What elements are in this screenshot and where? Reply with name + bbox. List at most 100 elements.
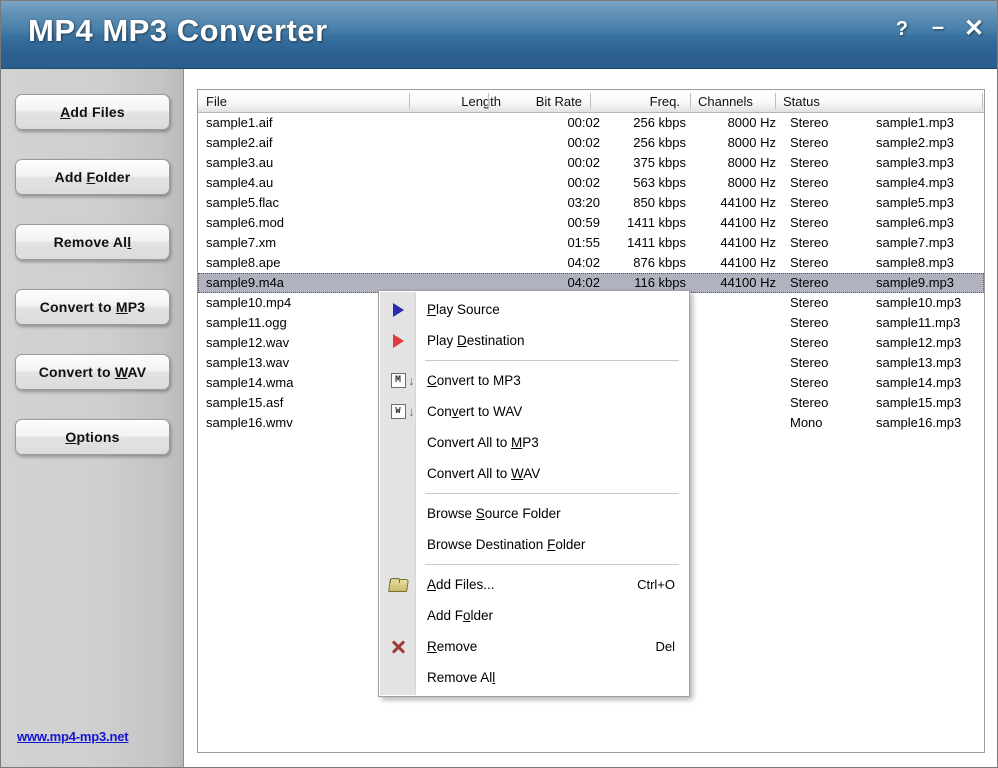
cell-channels: Stereo (790, 254, 828, 272)
cell-channels: Stereo (790, 134, 828, 152)
cell-file: sample7.xm (206, 234, 276, 252)
cell-length: 01:55 (516, 234, 600, 252)
cell-bitrate: 256 kbps (600, 134, 686, 152)
website-link[interactable]: www.mp4-mp3.net (17, 729, 128, 744)
convert-mp3-icon: M↓ (389, 372, 407, 390)
close-button[interactable]: ✕ (963, 17, 985, 41)
remove-all-button[interactable]: Remove All (15, 224, 170, 260)
menu-remove[interactable]: RemoveDel (379, 631, 689, 662)
convert-to-wav-label: Convert to WAV (39, 364, 147, 380)
menu-separator (425, 564, 679, 565)
column-divider-6[interactable] (982, 93, 983, 109)
table-row[interactable]: sample3.au00:02375 kbps8000 HzStereosamp… (198, 153, 984, 173)
menu-separator (425, 493, 679, 494)
page-title: MP4 MP3 Converter (28, 13, 328, 49)
cell-status: sample5.mp3 (876, 194, 954, 212)
menu-play-destination[interactable]: Play Destination (379, 325, 689, 356)
cell-status: sample9.mp3 (876, 274, 954, 292)
table-row[interactable]: sample4.au00:02563 kbps8000 HzStereosamp… (198, 173, 984, 193)
column-header-file[interactable]: File (206, 90, 227, 112)
cell-channels: Stereo (790, 274, 828, 292)
cell-status: sample11.mp3 (876, 314, 960, 332)
menu-item-label: Add Folder (427, 608, 493, 623)
menu-add-files[interactable]: Add Files...Ctrl+O (379, 569, 689, 600)
table-row[interactable]: sample5.flac03:20850 kbps44100 HzStereos… (198, 193, 984, 213)
cell-freq: 44100 Hz (686, 214, 776, 232)
column-header-freq[interactable]: Freq. (598, 90, 680, 112)
menu-item-label: Browse Source Folder (427, 506, 561, 521)
column-header-channels[interactable]: Channels (698, 90, 753, 112)
cell-file: sample8.ape (206, 254, 280, 272)
options-label: Options (65, 429, 119, 445)
cell-freq: 44100 Hz (686, 254, 776, 272)
cell-freq: 8000 Hz (686, 134, 776, 152)
menu-item-label: Remove (427, 639, 477, 654)
options-button[interactable]: Options (15, 419, 170, 455)
menu-item-label: Convert to MP3 (427, 373, 521, 388)
menu-item-label: Convert to WAV (427, 404, 522, 419)
menu-play-source[interactable]: Play Source (379, 294, 689, 325)
cell-channels: Stereo (790, 314, 828, 332)
cell-freq: 8000 Hz (686, 174, 776, 192)
menu-item-label: Remove All (427, 670, 495, 685)
cell-bitrate: 850 kbps (600, 194, 686, 212)
menu-convert-to-mp3[interactable]: M↓ Convert to MP3 (379, 365, 689, 396)
file-list-header: File Length Bit Rate Freq. Channels Stat… (198, 90, 984, 113)
table-row[interactable]: sample2.aif00:02256 kbps8000 HzStereosam… (198, 133, 984, 153)
column-divider-4[interactable] (690, 93, 691, 109)
add-files-button[interactable]: Add Files (15, 94, 170, 130)
cell-length: 03:20 (516, 194, 600, 212)
add-files-label: Add Files (60, 104, 125, 120)
cell-file: sample6.mod (206, 214, 284, 232)
cell-file: sample11.ogg (206, 314, 287, 332)
column-divider-5[interactable] (775, 93, 776, 109)
play-destination-icon (389, 332, 407, 350)
cell-status: sample1.mp3 (876, 114, 954, 132)
cell-status: sample15.mp3 (876, 394, 961, 412)
cell-channels: Stereo (790, 354, 828, 372)
help-button[interactable]: ? (891, 19, 913, 39)
cell-freq: 8000 Hz (686, 114, 776, 132)
cell-channels: Stereo (790, 214, 828, 232)
cell-channels: Stereo (790, 394, 828, 412)
column-header-bitrate[interactable]: Bit Rate (496, 90, 582, 112)
menu-convert-to-wav[interactable]: W↓ Convert to WAV (379, 396, 689, 427)
window-controls: ? – ✕ (891, 17, 985, 41)
cell-bitrate: 563 kbps (600, 174, 686, 192)
cell-file: sample10.mp4 (206, 294, 291, 312)
cell-status: sample4.mp3 (876, 174, 954, 192)
menu-item-label: Add Files... (427, 577, 495, 592)
menu-browse-source-folder[interactable]: Browse Source Folder (379, 498, 689, 529)
cell-status: sample3.mp3 (876, 154, 954, 172)
table-row[interactable]: sample8.ape04:02876 kbps44100 HzStereosa… (198, 253, 984, 273)
menu-item-label: Browse Destination Folder (427, 537, 585, 552)
convert-to-mp3-button[interactable]: Convert to MP3 (15, 289, 170, 325)
column-header-status[interactable]: Status (783, 90, 820, 112)
cell-length: 00:02 (516, 154, 600, 172)
menu-convert-all-to-wav[interactable]: Convert All to WAV (379, 458, 689, 489)
column-divider-1[interactable] (409, 93, 410, 109)
add-folder-button[interactable]: Add Folder (15, 159, 170, 195)
table-row[interactable]: sample6.mod00:591411 kbps44100 HzStereos… (198, 213, 984, 233)
cell-channels: Stereo (790, 114, 828, 132)
menu-browse-destination-folder[interactable]: Browse Destination Folder (379, 529, 689, 560)
cell-status: sample2.mp3 (876, 134, 954, 152)
menu-convert-all-to-mp3[interactable]: Convert All to MP3 (379, 427, 689, 458)
table-row[interactable]: sample7.xm01:551411 kbps44100 HzStereosa… (198, 233, 984, 253)
minimize-button[interactable]: – (927, 16, 949, 38)
convert-wav-icon: W↓ (389, 403, 407, 421)
application-window: MP4 MP3 Converter ? – ✕ Add Files Add Fo… (0, 0, 998, 768)
cell-length: 00:59 (516, 214, 600, 232)
cell-bitrate: 1411 kbps (600, 234, 686, 252)
cell-status: sample16.mp3 (876, 414, 961, 432)
cell-file: sample4.au (206, 174, 273, 192)
menu-remove-all[interactable]: Remove All (379, 662, 689, 693)
column-divider-2[interactable] (488, 93, 489, 109)
cell-length: 00:02 (516, 174, 600, 192)
cell-status: sample8.mp3 (876, 254, 954, 272)
column-divider-3[interactable] (590, 93, 591, 109)
table-row[interactable]: sample1.aif00:02256 kbps8000 HzStereosam… (198, 113, 984, 133)
menu-item-label: Play Destination (427, 333, 525, 348)
convert-to-wav-button[interactable]: Convert to WAV (15, 354, 170, 390)
menu-add-folder[interactable]: Add Folder (379, 600, 689, 631)
